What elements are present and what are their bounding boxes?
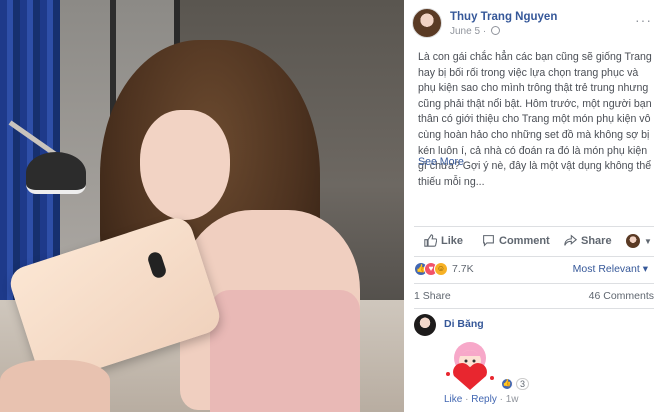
commenter-name[interactable]: Di Băng (444, 318, 484, 330)
comment-time[interactable]: 1w (506, 394, 519, 405)
comment-reactions[interactable]: ♥ 👍 3 (492, 378, 530, 390)
reaction-count[interactable]: 7.7K (452, 263, 474, 275)
reactions-summary[interactable]: 👍 ♥ ☺ 7.7K Most Relevant ▾ (414, 262, 654, 278)
like-label: Like (441, 234, 464, 247)
sort-dropdown[interactable]: Most Relevant ▾ (573, 263, 648, 275)
author-avatar[interactable] (412, 8, 442, 38)
divider (414, 226, 654, 227)
post-meta: June 5 · (450, 26, 500, 37)
sticker-image (446, 342, 494, 390)
comment-like-link[interactable]: Like (444, 394, 462, 405)
action-bar: Like Comment Share ▼ (414, 228, 654, 254)
author-name[interactable]: Thuy Trang Nguyen (450, 11, 557, 23)
person-hand (0, 360, 110, 412)
sort-label: Most Relevant (572, 263, 640, 275)
person-face (140, 110, 230, 220)
share-button[interactable]: Share (564, 234, 612, 247)
comment-actions: Like · Reply · 1w (444, 394, 519, 405)
post-stats: 1 Share 46 Comments (414, 290, 654, 304)
more-options-icon[interactable]: ··· (635, 12, 652, 28)
comment-icon (483, 235, 494, 247)
comment-reply-link[interactable]: Reply (471, 394, 497, 405)
globe-icon (490, 26, 500, 35)
like-button[interactable]: Like (424, 234, 463, 247)
thumbs-up-icon (424, 234, 437, 247)
comment-reaction-count: 3 (516, 378, 530, 390)
viewer-selector[interactable]: ▼ (626, 234, 652, 248)
comment-item: Di Băng ♥ 👍 3 Like · Reply · 1w (414, 314, 654, 410)
comment-button[interactable]: Comment (482, 234, 550, 247)
divider (414, 308, 654, 309)
chevron-down-icon: ▼ (644, 236, 652, 246)
like-reaction-icon: 👍 (501, 378, 513, 390)
haha-reaction-icon: ☺ (434, 262, 448, 276)
post-date[interactable]: June 5 (450, 26, 480, 37)
chevron-down-icon: ▾ (642, 263, 648, 275)
meta-separator: · (482, 26, 487, 37)
see-more-link[interactable]: See More (418, 156, 464, 168)
comment-label: Comment (499, 234, 550, 247)
commenter-avatar[interactable] (414, 314, 436, 336)
post-body: Là con gái chắc hẳn các bạn cũng sẽ giốn… (418, 51, 652, 188)
person-dress (210, 290, 360, 412)
share-arrow-icon (564, 234, 577, 246)
divider (414, 256, 654, 257)
divider (414, 283, 654, 284)
comment-count[interactable]: 46 Comments (589, 290, 654, 302)
share-count[interactable]: 1 Share (414, 290, 451, 302)
lamp-head (26, 152, 86, 194)
post-panel: Thuy Trang Nguyen June 5 · ··· Là con gá… (404, 0, 660, 412)
separator: · (499, 394, 503, 405)
separator: · (465, 394, 469, 405)
post-header: Thuy Trang Nguyen June 5 · ··· (412, 8, 652, 40)
share-label: Share (581, 234, 612, 247)
viewer-avatar (626, 234, 640, 248)
post-photo[interactable] (0, 0, 404, 412)
